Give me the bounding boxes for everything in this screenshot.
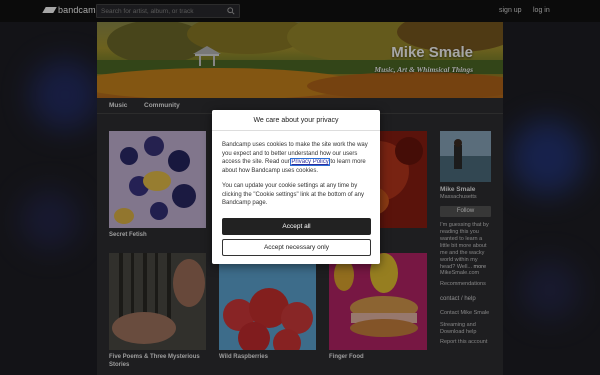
privacy-policy-link[interactable]: Privacy Policy [290,158,330,167]
dialog-heading: We care about your privacy [212,110,380,131]
dialog-paragraph-2: You can update your cookie settings at a… [222,183,364,207]
accept-all-button[interactable]: Accept all [222,218,371,235]
dialog-paragraph-1: Bandcamp uses cookies to make the site w… [222,141,372,176]
accept-necessary-button[interactable]: Accept necessary only [222,239,371,256]
cookie-consent-dialog: We care about your privacy Bandcamp uses… [212,110,380,264]
